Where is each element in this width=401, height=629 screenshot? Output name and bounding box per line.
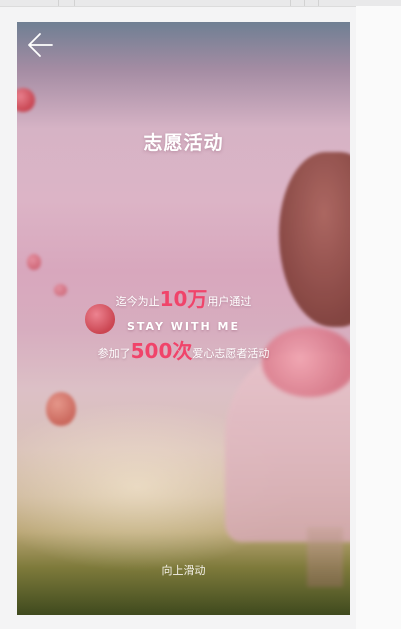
heart-balloon [17,88,35,112]
page-title: 志愿活动 [143,132,224,154]
back-button[interactable] [27,32,53,58]
side-panel [356,6,401,629]
toolbar-divider [318,0,319,6]
stats-line-activities: 参加了500次爱心志愿者活动 [17,338,350,364]
toolbar-divider [74,0,75,6]
toolbar-divider [290,0,291,6]
slogan-text: STAY WITH ME [126,320,241,333]
stats-text: 用户通过 [207,295,252,308]
users-count: 10万 [159,287,208,311]
stats-line-slogan: STAY WITH ME [17,312,350,338]
stats-text: 爱心志愿者活动 [192,347,270,360]
arrow-left-icon [28,33,53,57]
toolbar-divider [58,0,59,6]
phone-screen: 志愿活动 迄今为止10万用户通过 STAY WITH ME 参加了500次爱心志… [17,22,350,615]
top-toolbar-strip [0,0,401,7]
stats-line-users: 迄今为止10万用户通过 [17,286,350,312]
heart-balloon [46,392,76,426]
stats-block: 迄今为止10万用户通过 STAY WITH ME 参加了500次爱心志愿者活动 [17,286,350,364]
activities-count: 500次 [130,339,193,363]
stats-text: 参加了 [97,347,131,360]
girl-legs [307,527,343,587]
toolbar-divider [304,0,305,6]
stats-text: 迄今为止 [115,295,160,308]
swipe-up-hint[interactable]: 向上滑动 [17,562,350,578]
heart-balloon [27,254,41,270]
